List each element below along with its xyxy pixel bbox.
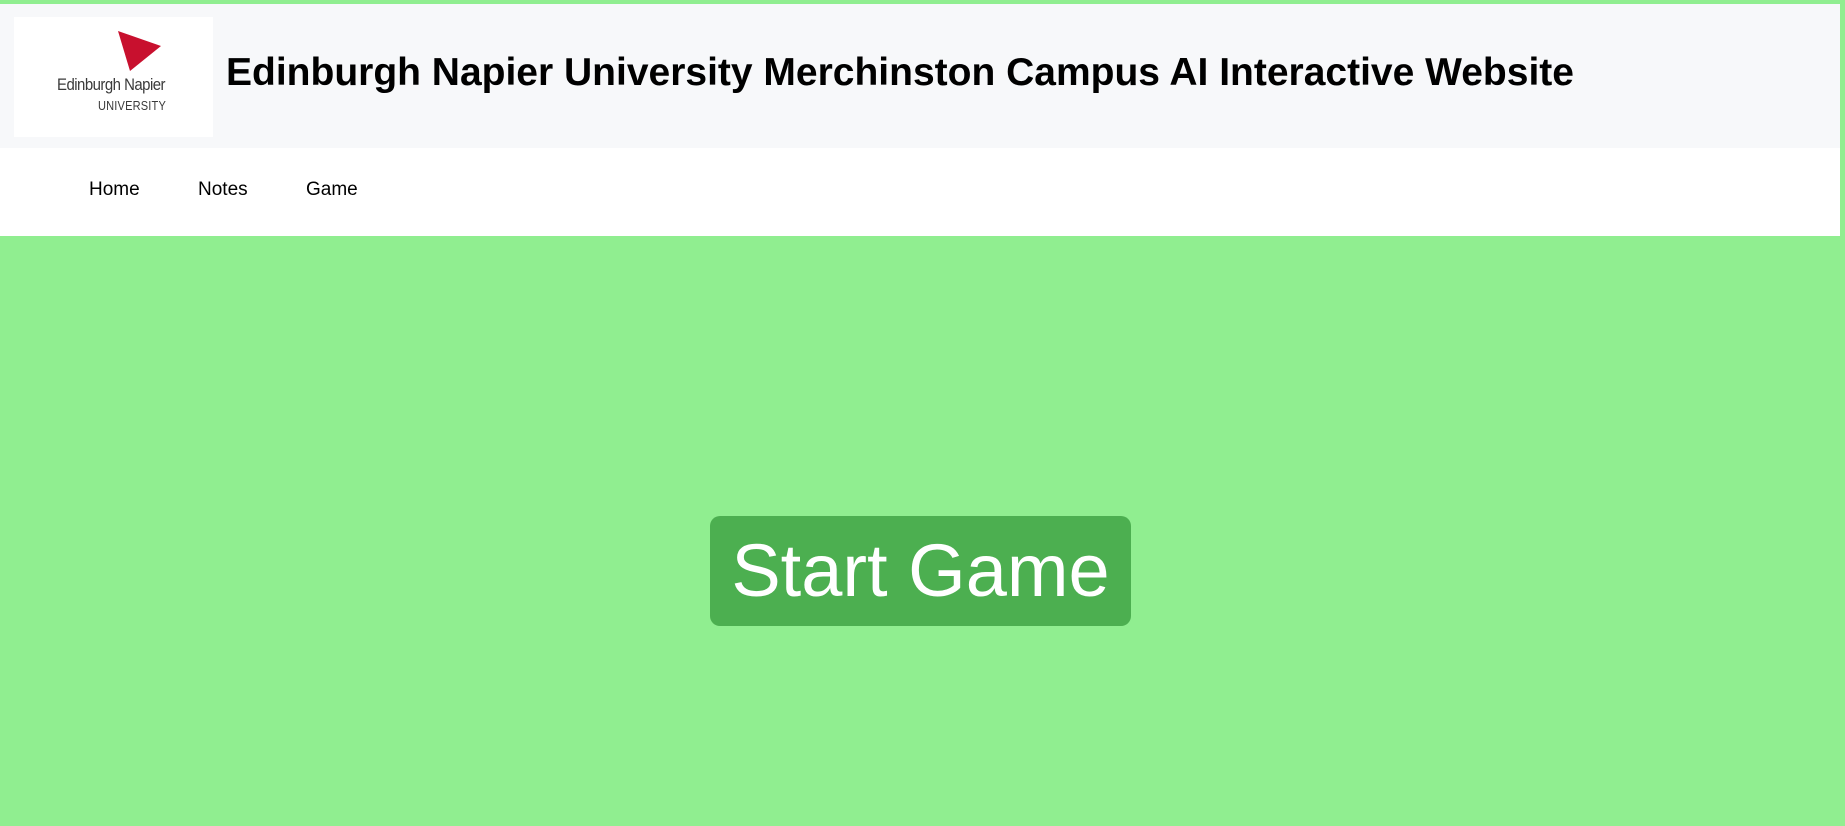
site-title: Edinburgh Napier University Merchinston …	[226, 51, 1574, 94]
start-game-button[interactable]: Start Game	[710, 516, 1131, 626]
nav-link-home[interactable]: Home	[89, 179, 140, 202]
logo-text-line1: Edinburgh Napier	[57, 75, 166, 94]
main-nav: Home Notes Game	[0, 148, 1840, 236]
site-header: Edinburgh Napier UNIVERSITY Edinburgh Na…	[0, 4, 1840, 148]
logo-text-line2: UNIVERSITY	[98, 98, 167, 113]
nav-link-game[interactable]: Game	[306, 179, 358, 202]
nav-link-notes[interactable]: Notes	[198, 179, 248, 202]
university-logo: Edinburgh Napier UNIVERSITY	[14, 17, 213, 137]
